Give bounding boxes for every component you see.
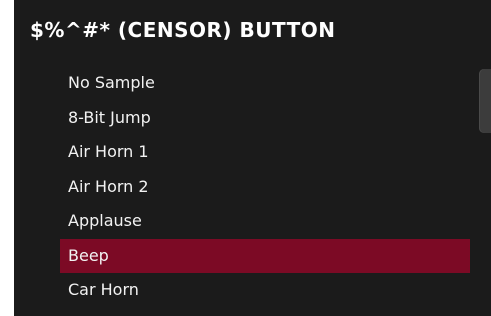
list-item-air-horn-2[interactable]: Air Horn 2 [60, 170, 470, 205]
list-item-no-sample[interactable]: No Sample [60, 66, 470, 101]
list-item-applause[interactable]: Applause [60, 204, 470, 239]
panel-title: $%^#* (CENSOR) BUTTON [30, 18, 336, 42]
sound-sample-list[interactable]: No Sample 8-Bit Jump Air Horn 1 Air Horn… [60, 66, 470, 308]
list-item-car-horn[interactable]: Car Horn [60, 273, 470, 308]
list-item-8-bit-jump[interactable]: 8-Bit Jump [60, 101, 470, 136]
list-scrollbar-thumb[interactable] [479, 69, 491, 133]
list-item-air-horn-1[interactable]: Air Horn 1 [60, 135, 470, 170]
list-item-beep[interactable]: Beep [60, 238, 470, 273]
